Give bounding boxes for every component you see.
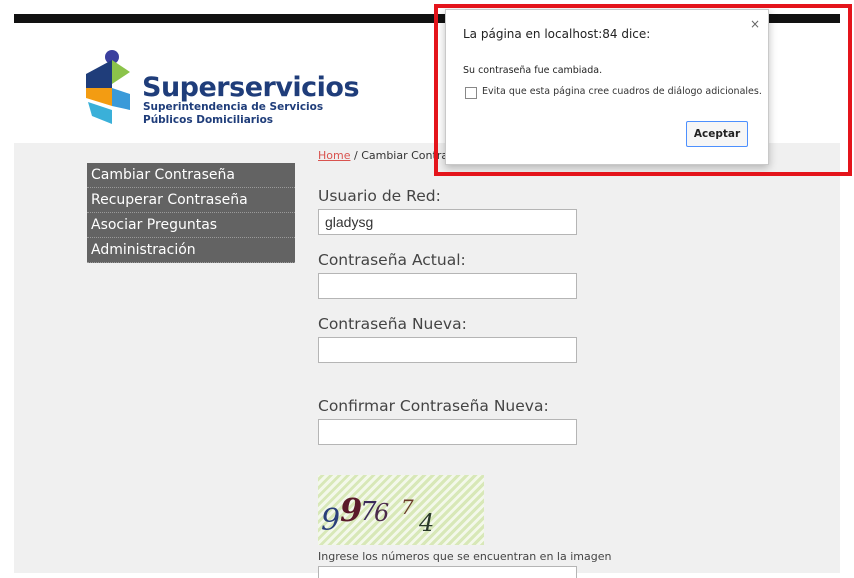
logo-subtitle-line1: Superintendencia de Servicios	[143, 101, 324, 113]
superservicios-logo: Superservicios Superintendencia de Servi…	[82, 48, 360, 130]
captcha-digit: 4	[419, 509, 435, 537]
logo-mark-icon	[86, 50, 130, 124]
menu-item-asociar-preguntas[interactable]: Asociar Preguntas	[87, 213, 295, 238]
captcha-input[interactable]	[318, 566, 577, 578]
captcha-digit: 9	[340, 491, 363, 529]
username-label: Usuario de Red:	[318, 187, 441, 205]
logo-subtitle-line2: Públicos Domiciliarios	[143, 114, 274, 126]
captcha-digit: 7	[401, 495, 414, 519]
menu-item-administracion[interactable]: Administración	[87, 238, 295, 263]
new-password-input[interactable]	[318, 337, 577, 363]
breadcrumb-home-link[interactable]: Home	[318, 149, 350, 162]
menu-item-recuperar-contrasena[interactable]: Recuperar Contraseña	[87, 188, 295, 213]
captcha-digit: 6	[374, 499, 390, 527]
menu-item-cambiar-contrasena[interactable]: Cambiar Contraseña	[87, 163, 295, 188]
new-password-label: Contraseña Nueva:	[318, 315, 467, 333]
captcha-digit: 9	[321, 503, 341, 538]
username-input[interactable]	[318, 209, 577, 235]
current-password-label: Contraseña Actual:	[318, 251, 466, 269]
sidebar-menu: Cambiar Contraseña Recuperar Contraseña …	[87, 163, 295, 263]
current-password-input[interactable]	[318, 273, 577, 299]
logo-title: Superservicios	[142, 72, 360, 103]
confirm-password-label: Confirmar Contraseña Nueva:	[318, 397, 549, 415]
confirm-password-input[interactable]	[318, 419, 577, 445]
captcha-hint: Ingrese los números que se encuentran en…	[318, 550, 612, 563]
captcha-image: 9 9 7 6 7 4	[318, 475, 484, 545]
highlight-box	[434, 4, 852, 176]
breadcrumb-separator: /	[350, 149, 362, 162]
